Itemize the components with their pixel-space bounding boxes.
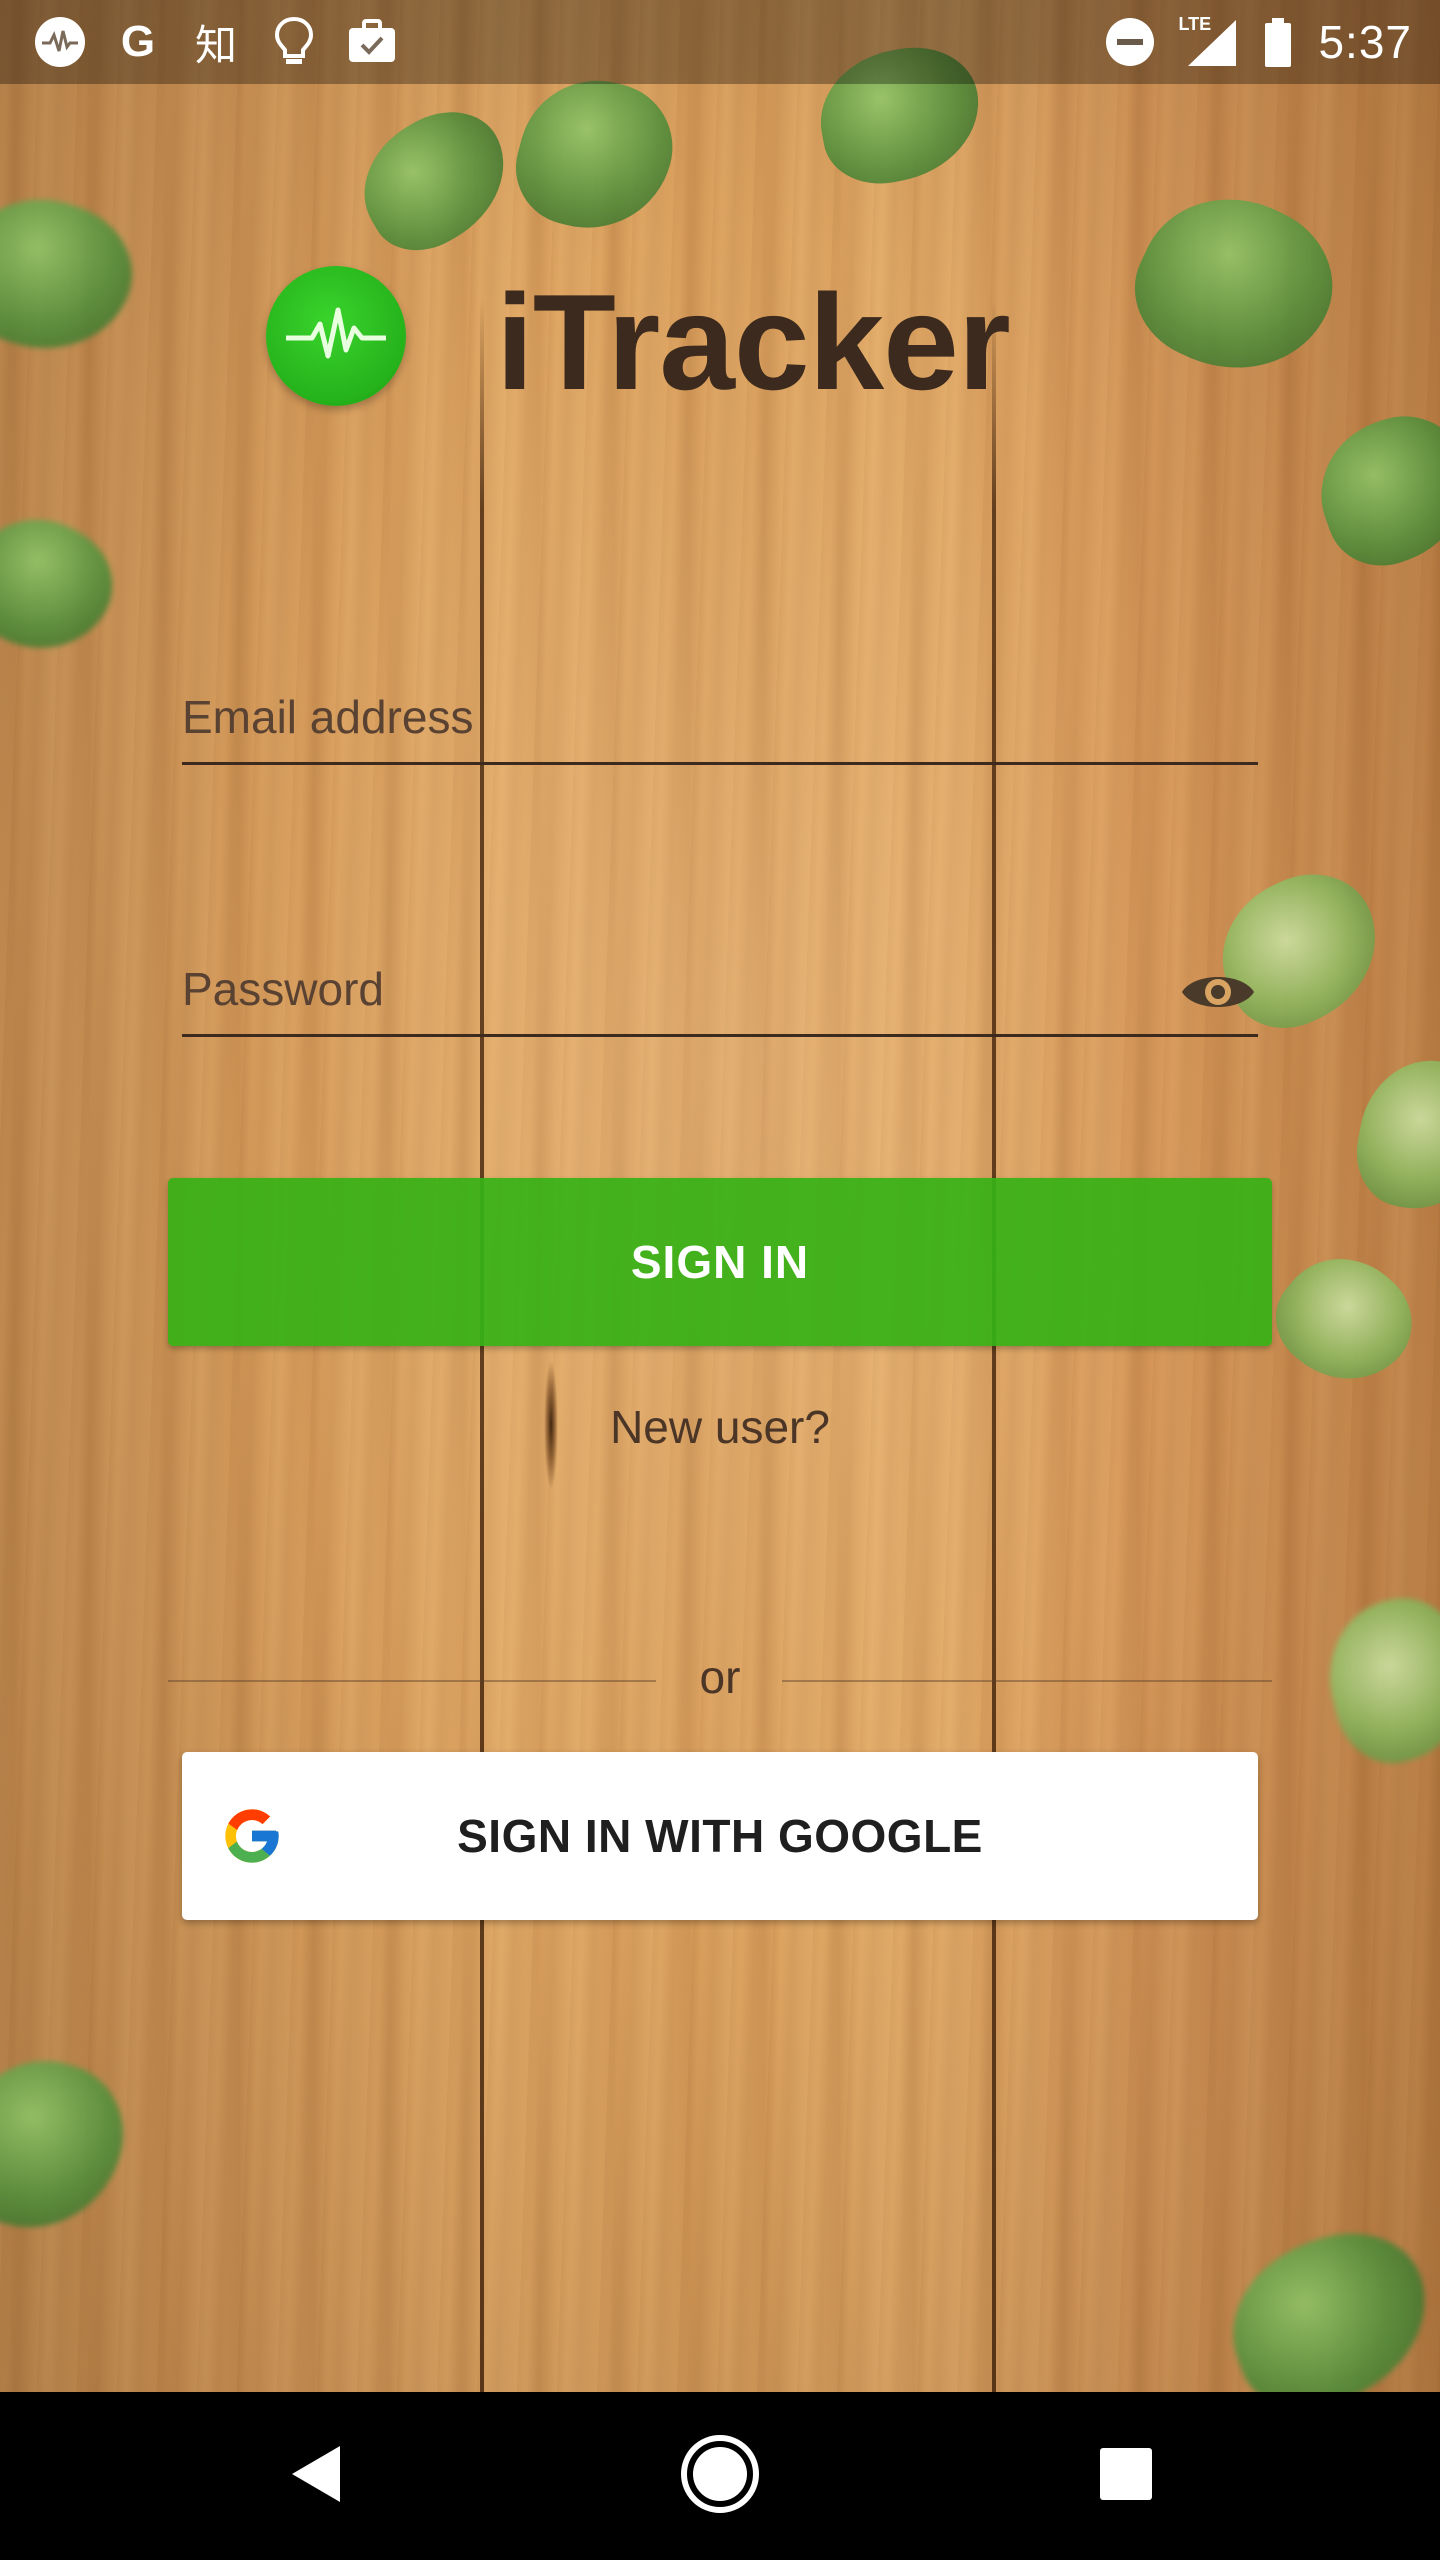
google-icon: G (120, 17, 156, 66)
back-icon (286, 2442, 346, 2511)
email-field[interactable] (182, 672, 1258, 762)
recents-icon (1098, 2446, 1154, 2507)
back-button[interactable] (236, 2392, 396, 2560)
app-title: iTracker (496, 266, 1011, 418)
recents-button[interactable] (1046, 2392, 1206, 2560)
activity-icon (34, 16, 86, 68)
sign-in-button[interactable]: SIGN IN (168, 1178, 1272, 1346)
do-not-disturb-icon (1104, 16, 1156, 68)
google-logo-icon (220, 1804, 284, 1868)
wood-seam (480, 300, 484, 2392)
battery-icon (1260, 16, 1296, 68)
home-button[interactable] (640, 2392, 800, 2560)
app-logo-icon (266, 266, 406, 406)
zhihu-icon: 知 (194, 21, 237, 69)
navigation-bar (0, 2392, 1440, 2560)
new-user-link[interactable]: New user? (0, 1400, 1440, 1454)
email-field-container (182, 672, 1258, 765)
home-icon (678, 2432, 762, 2521)
password-field[interactable] (182, 944, 1258, 1034)
lightbulb-icon (268, 16, 320, 68)
status-bar: G 知 LTE 5:37 (0, 0, 1440, 84)
google-sign-in-label: SIGN IN WITH GOOGLE (457, 1810, 983, 1862)
divider-line-right (782, 1680, 1272, 1682)
signal-icon: LTE (1178, 14, 1238, 68)
google-sign-in-button[interactable]: SIGN IN WITH GOOGLE (182, 1752, 1258, 1920)
briefcase-check-icon (346, 16, 398, 68)
password-field-container (182, 944, 1258, 1037)
show-password-eye-icon[interactable] (1178, 964, 1258, 1020)
wood-seam (992, 300, 996, 2392)
network-type: LTE (1178, 14, 1212, 34)
clock: 5:37 (1318, 16, 1412, 68)
divider-or: or (699, 1651, 741, 1703)
